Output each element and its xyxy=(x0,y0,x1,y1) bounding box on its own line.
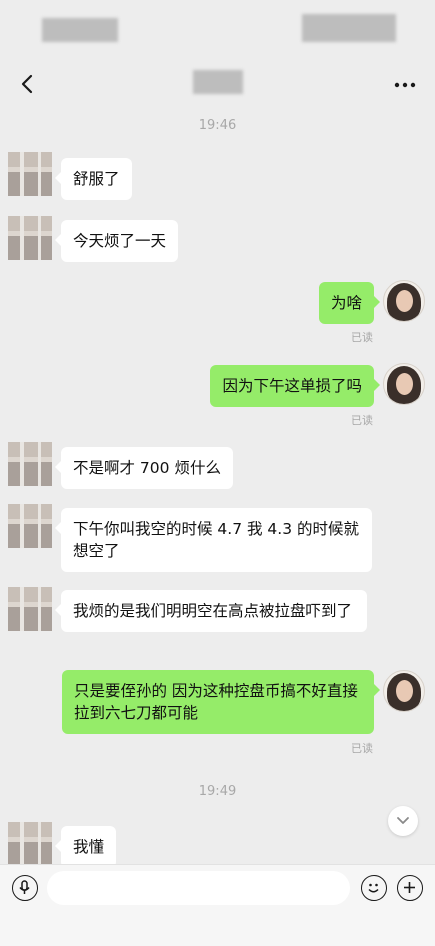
message-bubble-outgoing[interactable]: 只是要侄孙的 因为这种控盘币搞不好直接拉到六七刀都可能 xyxy=(62,670,380,734)
message-bubble-incoming[interactable]: 不是啊才 700 烦什么 xyxy=(55,447,233,489)
chat-area[interactable]: 19:46 舒服了 今天烦了一天 为啥 已读 因为下午这单损了吗 已读 不是啊才… xyxy=(0,106,435,868)
message-bubble-incoming[interactable]: 我懂 xyxy=(54,826,117,868)
message-bubble-incoming[interactable]: 我烦的是我们明明空在高点被拉盘吓到了 xyxy=(55,590,367,632)
message-bubble-outgoing[interactable]: 为啥 xyxy=(318,282,381,324)
chevron-left-icon xyxy=(21,74,33,94)
back-button[interactable] xyxy=(14,70,42,98)
message-bubble-incoming[interactable]: 舒服了 xyxy=(55,158,132,200)
contact-avatar[interactable] xyxy=(8,152,52,196)
contact-avatar[interactable] xyxy=(8,442,52,486)
status-bar xyxy=(0,0,435,62)
timestamp: 19:46 xyxy=(198,118,237,133)
read-receipt: 已读 xyxy=(351,331,373,344)
contact-avatar[interactable] xyxy=(8,822,52,866)
message-input[interactable] xyxy=(47,871,350,905)
my-avatar[interactable] xyxy=(383,363,425,405)
my-avatar[interactable] xyxy=(383,670,425,712)
read-receipt: 已读 xyxy=(351,742,373,755)
voice-icon xyxy=(19,880,30,894)
message-bubble-outgoing[interactable]: 因为下午这单损了吗 xyxy=(210,365,380,407)
message-bubble-incoming[interactable]: 下午你叫我空的时候 4.7 我 4.3 的时候就想空了 xyxy=(55,508,372,572)
timestamp: 19:49 xyxy=(198,784,237,799)
message-bubble-incoming[interactable]: 今天烦了一天 xyxy=(54,220,179,262)
emoji-icon xyxy=(368,883,379,893)
contact-avatar[interactable] xyxy=(8,504,52,548)
voice-button[interactable] xyxy=(12,875,38,901)
status-indicators-blurred xyxy=(302,14,396,42)
chat-title-blurred xyxy=(193,70,243,94)
more-dots-icon xyxy=(394,82,416,88)
contact-avatar[interactable] xyxy=(8,587,52,631)
contact-avatar[interactable] xyxy=(8,216,52,260)
chevron-down-icon xyxy=(397,817,409,824)
nav-bar xyxy=(0,62,435,106)
plus-button[interactable] xyxy=(397,875,423,901)
input-bar xyxy=(0,864,435,946)
emoji-button[interactable] xyxy=(361,875,387,901)
more-button[interactable] xyxy=(389,70,421,98)
scroll-to-bottom-button[interactable] xyxy=(388,806,418,836)
status-time-blurred xyxy=(42,18,118,42)
read-receipt: 已读 xyxy=(351,414,373,427)
my-avatar[interactable] xyxy=(383,280,425,322)
plus-icon xyxy=(404,882,415,893)
